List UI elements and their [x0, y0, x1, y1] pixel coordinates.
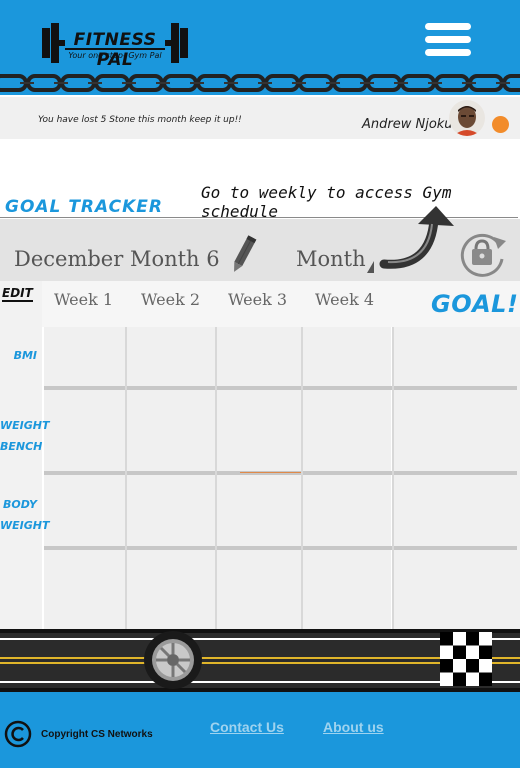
week-2-column	[127, 281, 215, 629]
weekly-schedule-link[interactable]: Go to weekly to access Gym schedule	[201, 183, 520, 221]
row-label-body-weight: BODY WEIGHT	[0, 498, 50, 532]
week-header-4: Week 4	[315, 290, 375, 309]
hamburger-menu-button[interactable]	[425, 22, 471, 58]
online-status-dot	[492, 116, 509, 133]
logo-title: FITNESS PAL	[73, 30, 157, 70]
column-divider	[392, 327, 394, 629]
goal-column	[394, 281, 520, 629]
goal-header: GOAL!	[431, 290, 519, 318]
app-header: FITNESS PAL Your one stop- Gym Pal	[0, 0, 520, 95]
week-4-column	[303, 281, 391, 629]
curved-arrow-icon	[379, 206, 454, 269]
goal-tracker-grid: Week 1 Week 2 Week 3 Week 4 GOAL! EDIT B…	[0, 281, 520, 629]
row-label-weight-bench: WEIGHT BENCH	[0, 419, 50, 453]
edit-month-button[interactable]	[228, 233, 258, 275]
user-avatar[interactable]	[449, 100, 485, 136]
row-divider	[44, 386, 517, 390]
fitness-pal-logo[interactable]: FITNESS PAL Your one stop- Gym Pal	[40, 20, 190, 70]
month-selector-label[interactable]: Month	[296, 247, 366, 271]
month-title: December Month 6	[14, 247, 220, 271]
column-divider	[301, 327, 303, 629]
contact-us-link[interactable]: Contact Us	[210, 719, 284, 735]
user-avatar-icon	[449, 100, 485, 136]
user-name[interactable]: Andrew Njoku	[362, 117, 453, 132]
column-divider	[215, 327, 217, 629]
copyright-text: Copyright CS Networks	[41, 729, 153, 740]
week-header-3: Week 3	[228, 290, 288, 309]
about-us-link[interactable]: About us	[323, 719, 384, 735]
progress-message: You have lost 5 Stone this month keep it…	[38, 115, 242, 125]
chain-divider	[0, 74, 520, 92]
logo-tagline: Your one stop- Gym Pal	[68, 51, 162, 60]
week-header-1: Week 1	[54, 290, 114, 309]
status-bar: You have lost 5 Stone this month keep it…	[0, 97, 520, 139]
week-header-2: Week 2	[141, 290, 201, 309]
edit-button[interactable]: EDIT	[2, 286, 33, 302]
road-banner	[0, 629, 520, 692]
week-1-column	[44, 281, 125, 629]
column-divider	[125, 327, 127, 629]
accent-divider	[240, 472, 302, 473]
row-label-bmi: BMI	[13, 349, 37, 362]
week-3-column	[217, 281, 301, 629]
goal-tracker-heading: GOAL TRACKER	[5, 197, 163, 217]
checkered-flag-icon	[440, 632, 492, 686]
app-footer: Copyright CS Networks Contact Us About u…	[0, 692, 520, 768]
tyre-icon	[144, 631, 202, 689]
hamburger-menu-icon	[425, 23, 471, 56]
pencil-icon	[234, 235, 257, 272]
copyright-icon	[4, 720, 32, 748]
month-dropdown-arrow-icon[interactable]	[365, 257, 375, 273]
row-divider	[44, 546, 517, 550]
lock-refresh-icon	[460, 233, 506, 277]
lock-refresh-button[interactable]	[456, 229, 510, 277]
